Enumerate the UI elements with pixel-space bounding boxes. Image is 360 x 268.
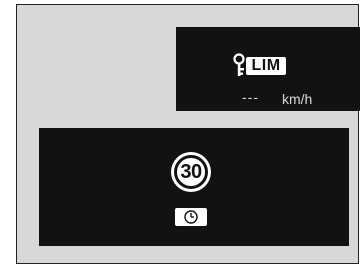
speed-limit-value: 30 <box>180 161 202 183</box>
clock-icon <box>184 210 198 224</box>
traffic-sign-display: 30 <box>39 128 349 246</box>
limiter-badge: LIM <box>246 57 286 75</box>
set-speed-value: --- <box>242 89 259 105</box>
speed-unit-label: km/h <box>282 91 313 107</box>
speed-limit-sign: 30 <box>171 152 211 192</box>
speed-limit-sign-ring: 30 <box>174 155 208 189</box>
speed-limiter-display: LIM --- km/h <box>176 27 360 111</box>
timer-badge <box>175 208 207 226</box>
